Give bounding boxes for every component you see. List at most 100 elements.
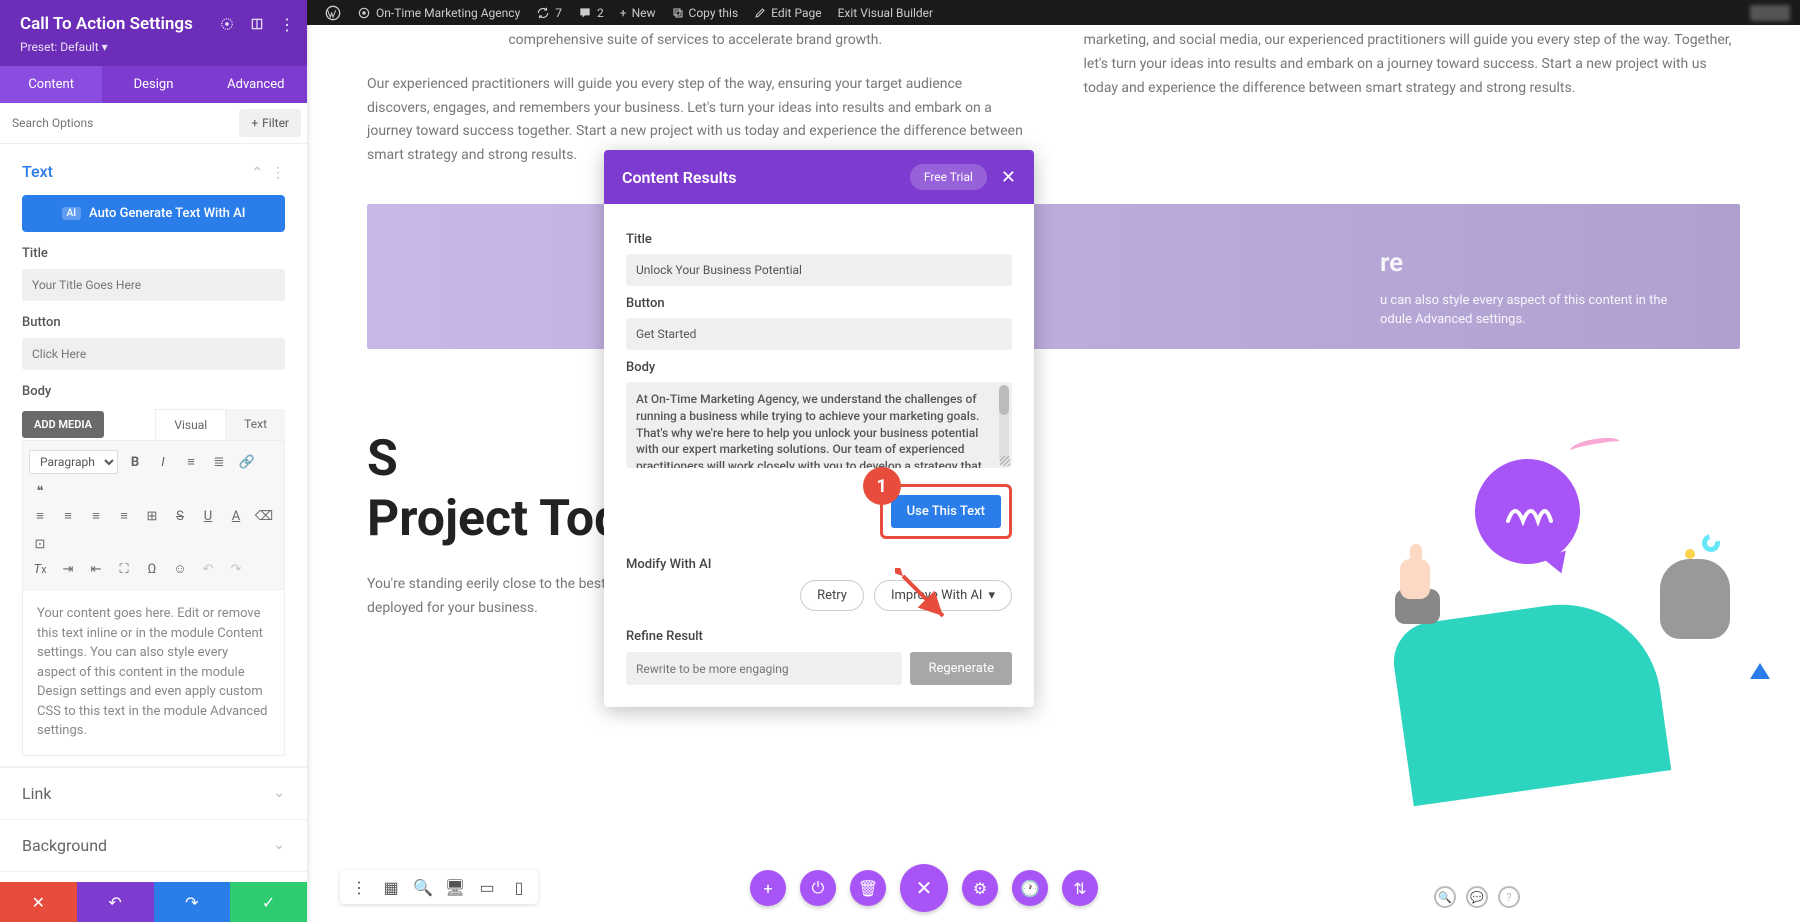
quote-icon[interactable]: ❝ <box>29 480 51 502</box>
step-badge: 1 <box>863 467 901 505</box>
modal-body-field[interactable]: At On-Time Marketing Agency, we understa… <box>626 382 1012 468</box>
modal-title-field[interactable] <box>626 254 1012 286</box>
section-admin-label[interactable]: Admin Label⌄ <box>0 871 307 883</box>
section-background[interactable]: Background⌄ <box>0 819 307 871</box>
mobile-icon[interactable]: ▯ <box>508 876 530 898</box>
special-char-icon[interactable]: Ω <box>141 558 163 580</box>
cancel-button[interactable]: ✕ <box>0 882 77 922</box>
chevron-down-icon: ▾ <box>988 588 995 603</box>
updates[interactable]: 7 <box>528 0 570 25</box>
fullscreen-icon[interactable]: ⛶ <box>113 558 135 580</box>
help-search-icon[interactable]: 🔍 <box>1434 886 1456 908</box>
editor-tab-text[interactable]: Text <box>226 409 285 440</box>
panel-tabs: Content Design Advanced <box>0 66 307 103</box>
new[interactable]: +New <box>612 0 664 25</box>
builder-action-bar: + ⏻ 🗑 ✕ ⚙ 🕐 ⇅ <box>750 864 1098 912</box>
help-chat-icon[interactable]: 💬 <box>1466 886 1488 908</box>
content-results-modal: Content Results Free Trial ✕ Title Butto… <box>604 150 1034 707</box>
edit-page[interactable]: Edit Page <box>746 0 829 25</box>
tablet-icon[interactable]: ▭ <box>476 876 498 898</box>
panel-footer: ✕ ↶ ↷ ✓ <box>0 882 307 922</box>
trash-button[interactable]: 🗑 <box>850 870 886 906</box>
close-icon[interactable]: ✕ <box>1001 167 1016 188</box>
exit-builder[interactable]: Exit Visual Builder <box>830 0 942 25</box>
align-center-icon[interactable]: ≡ <box>57 505 79 527</box>
redo-button[interactable]: ↷ <box>154 882 231 922</box>
tab-advanced[interactable]: Advanced <box>205 66 307 103</box>
wysiwyg-toolbar: Paragraph B I ≡ ≣ 🔗 ❝ ≡ ≡ ≡ ≡ ⊞ S U A <box>22 440 285 590</box>
copy[interactable]: Copy this <box>664 0 747 25</box>
add-media-button[interactable]: ADD MEDIA <box>22 411 104 438</box>
improve-button[interactable]: Improve With AI▾ <box>874 580 1012 611</box>
section-more-icon[interactable]: ⋮ <box>271 165 285 181</box>
editor-tab-visual[interactable]: Visual <box>155 409 226 440</box>
clear-icon[interactable]: ⌫ <box>253 505 275 527</box>
search-row: +Filter <box>0 103 307 144</box>
button-input[interactable] <box>22 338 285 370</box>
refine-input[interactable] <box>626 652 902 685</box>
undo-button[interactable]: ↶ <box>77 882 154 922</box>
underline-icon[interactable]: U <box>197 505 219 527</box>
table-icon[interactable]: ⊞ <box>141 505 163 527</box>
free-trial-pill[interactable]: Free Trial <box>910 164 987 190</box>
settings-button[interactable]: ⚙ <box>962 870 998 906</box>
bold-icon[interactable]: B <box>124 451 146 473</box>
body-editor[interactable]: Your content goes here. Edit or remove t… <box>22 590 285 756</box>
remove-format-icon[interactable]: Tx <box>29 558 51 580</box>
undo-icon[interactable]: ↶ <box>197 558 219 580</box>
power-button[interactable]: ⏻ <box>800 870 836 906</box>
ul-icon[interactable]: ≡ <box>180 451 202 473</box>
italic-icon[interactable]: I <box>152 451 174 473</box>
zoom-icon[interactable]: 🔍 <box>412 876 434 898</box>
regenerate-button[interactable]: Regenerate <box>910 652 1012 685</box>
search-input[interactable] <box>0 106 233 140</box>
kitchen-icon[interactable]: ⊡ <box>29 533 51 555</box>
section-link[interactable]: Link⌄ <box>0 767 307 819</box>
modal-button-label: Button <box>626 296 1012 311</box>
tab-content[interactable]: Content <box>0 66 102 103</box>
page-canvas: comprehensive suite of services to accel… <box>307 25 1800 922</box>
modal-button-field[interactable] <box>626 318 1012 350</box>
align-justify-icon[interactable]: ≡ <box>113 505 135 527</box>
wp-logo[interactable] <box>317 0 349 25</box>
more-icon[interactable]: ⋮ <box>279 16 295 32</box>
expand-icon[interactable] <box>249 16 265 32</box>
close-builder-button[interactable]: ✕ <box>900 864 948 912</box>
preset-selector[interactable]: Preset: Default ▾ <box>20 40 287 54</box>
redo-icon[interactable]: ↷ <box>225 558 247 580</box>
desktop-icon[interactable]: 🖥 <box>444 876 466 898</box>
wireframe-icon[interactable]: ▦ <box>380 876 402 898</box>
ol-icon[interactable]: ≣ <box>208 451 230 473</box>
help-icon[interactable]: ? <box>1498 886 1520 908</box>
comments[interactable]: 2 <box>570 0 612 25</box>
user-account[interactable] <box>1750 5 1790 21</box>
retry-button[interactable]: Retry <box>800 580 864 611</box>
swap-button[interactable]: ⇅ <box>1062 870 1098 906</box>
add-button[interactable]: + <box>750 870 786 906</box>
tab-design[interactable]: Design <box>102 66 204 103</box>
align-right-icon[interactable]: ≡ <box>85 505 107 527</box>
indent-icon[interactable]: ⇥ <box>57 558 79 580</box>
modify-label: Modify With AI <box>626 557 1012 572</box>
cta-module[interactable]: re u can also style every aspect of this… <box>367 204 1740 349</box>
textcolor-icon[interactable]: A <box>225 505 247 527</box>
ai-generate-button[interactable]: AIAuto Generate Text With AI <box>22 195 285 232</box>
history-button[interactable]: 🕐 <box>1012 870 1048 906</box>
outdent-icon[interactable]: ⇤ <box>85 558 107 580</box>
save-button[interactable]: ✓ <box>230 882 307 922</box>
strike-icon[interactable]: S <box>169 505 191 527</box>
filter-button[interactable]: +Filter <box>239 109 301 137</box>
scrollbar[interactable] <box>999 385 1009 415</box>
format-select[interactable]: Paragraph <box>29 450 118 474</box>
drag-icon[interactable]: ⋮ <box>348 876 370 898</box>
site-name[interactable]: On-Time Marketing Agency <box>349 0 528 25</box>
settings-panel: Call To Action Settings Preset: Default … <box>0 0 307 922</box>
emoji-icon[interactable]: ☺ <box>169 558 191 580</box>
responsive-icon[interactable] <box>219 16 235 32</box>
section-text-header[interactable]: Text ⌃⋮ <box>22 158 285 185</box>
resize-grip[interactable] <box>1000 456 1010 466</box>
link-icon[interactable]: 🔗 <box>236 451 258 473</box>
align-left-icon[interactable]: ≡ <box>29 505 51 527</box>
title-input[interactable] <box>22 269 285 301</box>
use-this-text-button[interactable]: Use This Text <box>891 495 1001 528</box>
